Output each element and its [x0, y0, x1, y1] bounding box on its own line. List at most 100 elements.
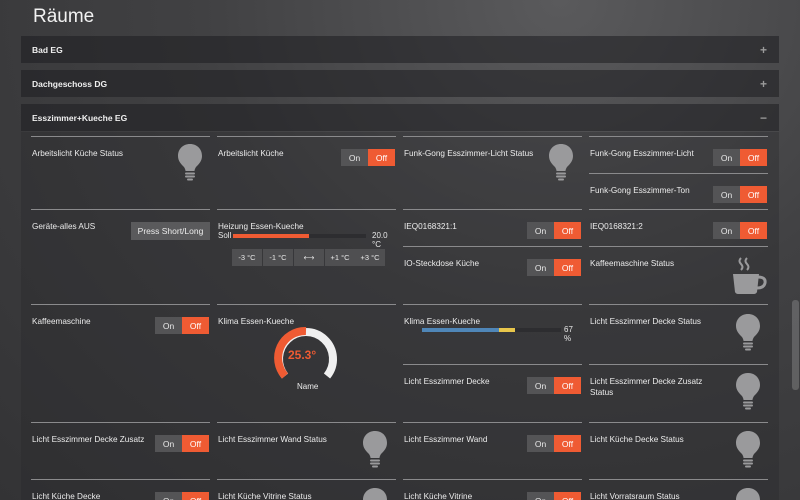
on-button[interactable]: On [155, 317, 182, 334]
kaffeemaschine-switch[interactable]: On Off [155, 317, 209, 334]
off-button[interactable]: Off [554, 259, 581, 276]
tile-label: Licht Küche Vitrine [404, 492, 473, 500]
tile-label: Licht Esszimmer Wand [404, 435, 488, 444]
expand-icon[interactable]: + [760, 77, 767, 91]
tile-wand: Licht Esszimmer Wand On Off [403, 422, 582, 478]
tile-label: IEQ0168321:1 [404, 222, 457, 231]
gauge-value: 25.3° [288, 348, 317, 362]
tile-label: Arbeitslicht Küche Status [32, 149, 124, 158]
on-button[interactable]: On [527, 435, 554, 452]
on-button[interactable]: On [713, 222, 740, 239]
on-button[interactable]: On [527, 222, 554, 239]
expand-icon[interactable]: + [760, 43, 767, 57]
tile-label: Geräte-alles AUS [32, 222, 96, 231]
soll-label: Soll [218, 231, 232, 240]
io-steckdose-switch[interactable]: On Off [527, 259, 581, 276]
tile-kueche-decke-status: Licht Küche Decke Status [589, 422, 768, 478]
lightbulb-icon [362, 430, 388, 468]
vitrine-switch[interactable]: On Off [527, 492, 581, 500]
off-button[interactable]: Off [368, 149, 395, 166]
ieq2-switch[interactable]: On Off [713, 222, 767, 239]
tile-geraete-aus: Geräte-alles AUS Press Short/Long [31, 209, 210, 301]
funkgong-ton-switch[interactable]: On Off [713, 186, 767, 203]
off-button[interactable]: Off [182, 435, 209, 452]
off-button[interactable]: Off [740, 149, 767, 166]
off-button[interactable]: Off [740, 222, 767, 239]
lightbulb-icon [735, 430, 761, 468]
off-button[interactable]: Off [182, 492, 209, 500]
collapse-icon[interactable]: − [760, 111, 767, 125]
tile-decke: Licht Esszimmer Decke On Off [403, 364, 582, 422]
lightbulb-icon [735, 372, 761, 410]
off-button[interactable]: Off [554, 492, 581, 500]
on-button[interactable]: On [713, 186, 740, 203]
klima-bar-value: 67 % [564, 325, 573, 343]
off-button[interactable]: Off [554, 222, 581, 239]
tile-io-steckdose: IO-Steckdose Küche On Off [403, 246, 582, 301]
panel-label: Bad EG [32, 44, 63, 55]
tile-label: IEQ0168321:2 [590, 222, 643, 231]
stepper-minus-1[interactable]: -1 °C [263, 249, 293, 266]
tile-kaffeemaschine: Kaffeemaschine On Off [31, 304, 210, 426]
tile-label: IO-Steckdose Küche [404, 259, 480, 268]
off-button[interactable]: Off [740, 186, 767, 203]
off-button[interactable]: Off [182, 317, 209, 334]
wand-switch[interactable]: On Off [527, 435, 581, 452]
ieq1-switch[interactable]: On Off [527, 222, 581, 239]
on-button[interactable]: On [527, 377, 554, 394]
stepper-plus-3[interactable]: +3 °C [355, 249, 385, 266]
tile-funkgong-licht: Funk-Gong Esszimmer-Licht On Off [589, 136, 768, 172]
tile-arbeitslicht-status: Arbeitslicht Küche Status [31, 136, 210, 206]
tile-ieq1: IEQ0168321:1 On Off [403, 209, 582, 245]
panel-dachgeschoss-dg[interactable]: Dachgeschoss DG + [21, 70, 779, 97]
on-button[interactable]: On [155, 435, 182, 452]
funkgong-licht-switch[interactable]: On Off [713, 149, 767, 166]
decke-zusatz-switch[interactable]: On Off [155, 435, 209, 452]
scrollbar-thumb[interactable] [792, 300, 799, 390]
tile-label: Arbeitslicht Küche [218, 149, 284, 158]
on-button[interactable]: On [713, 149, 740, 166]
stepper-plus-1[interactable]: +1 °C [325, 249, 355, 266]
klima-bar-fill-yellow [499, 328, 515, 332]
tile-label: Licht Küche Vitrine Status [218, 492, 312, 500]
tile-label: Klima Essen-Kueche [404, 317, 480, 326]
stepper-minus-3[interactable]: -3 °C [232, 249, 262, 266]
tile-vorrat-status: Licht Vorratsraum Status [589, 479, 768, 500]
tile-label: Licht Esszimmer Decke Zusatz Status [590, 377, 703, 397]
soll-value: 20.0 °C [372, 231, 388, 249]
decke-switch[interactable]: On Off [527, 377, 581, 394]
on-button[interactable]: On [527, 492, 554, 500]
tile-vitrine: Licht Küche Vitrine On Off [403, 479, 582, 500]
tile-label: Funk-Gong Esszimmer-Ton [590, 186, 690, 195]
tile-klima-gauge: Klima Essen-Kueche 25.3° Name [217, 304, 396, 426]
tile-klima-bar: Klima Essen-Kueche 67 % [403, 304, 582, 364]
off-button[interactable]: Off [554, 435, 581, 452]
tile-decke-zusatz: Licht Esszimmer Decke Zusatz On Off [31, 422, 210, 478]
kueche-decke-switch[interactable]: On Off [155, 492, 209, 500]
soll-bar-fill [233, 234, 309, 238]
press-short-long-button[interactable]: Press Short/Long [131, 222, 210, 240]
panel-label: Dachgeschoss DG [32, 78, 108, 89]
on-button[interactable]: On [155, 492, 182, 500]
panel-esszimmer-kueche-eg[interactable]: Esszimmer+Kueche EG − [21, 104, 779, 131]
off-button[interactable]: Off [554, 377, 581, 394]
arbeitslicht-switch[interactable]: On Off [341, 149, 395, 166]
lightbulb-icon [548, 143, 574, 181]
tile-label: Licht Esszimmer Decke Zusatz [32, 435, 145, 444]
tile-label: Licht Esszimmer Decke [404, 377, 490, 386]
on-button[interactable]: On [341, 149, 368, 166]
tile-arbeitslicht: Arbeitslicht Küche On Off [217, 136, 396, 206]
panel-label: Esszimmer+Kueche EG [32, 112, 128, 123]
on-button[interactable]: On [527, 259, 554, 276]
scrollbar[interactable] [789, 0, 799, 500]
tile-label: Kaffeemaschine [32, 317, 91, 326]
klima-bar-fill-blue [422, 328, 499, 332]
page-title: Räume [33, 6, 95, 27]
tile-label: Kaffeemaschine Status [590, 259, 675, 268]
panel-bad-eg[interactable]: Bad EG + [21, 36, 779, 63]
gauge-caption: Name [297, 382, 319, 391]
stepper-reset[interactable]: ⟷ [294, 249, 324, 266]
lightbulb-icon [735, 487, 761, 500]
tile-label: Licht Esszimmer Decke Status [590, 317, 702, 326]
tile-label: Funk-Gong Esszimmer-Licht [590, 149, 694, 158]
